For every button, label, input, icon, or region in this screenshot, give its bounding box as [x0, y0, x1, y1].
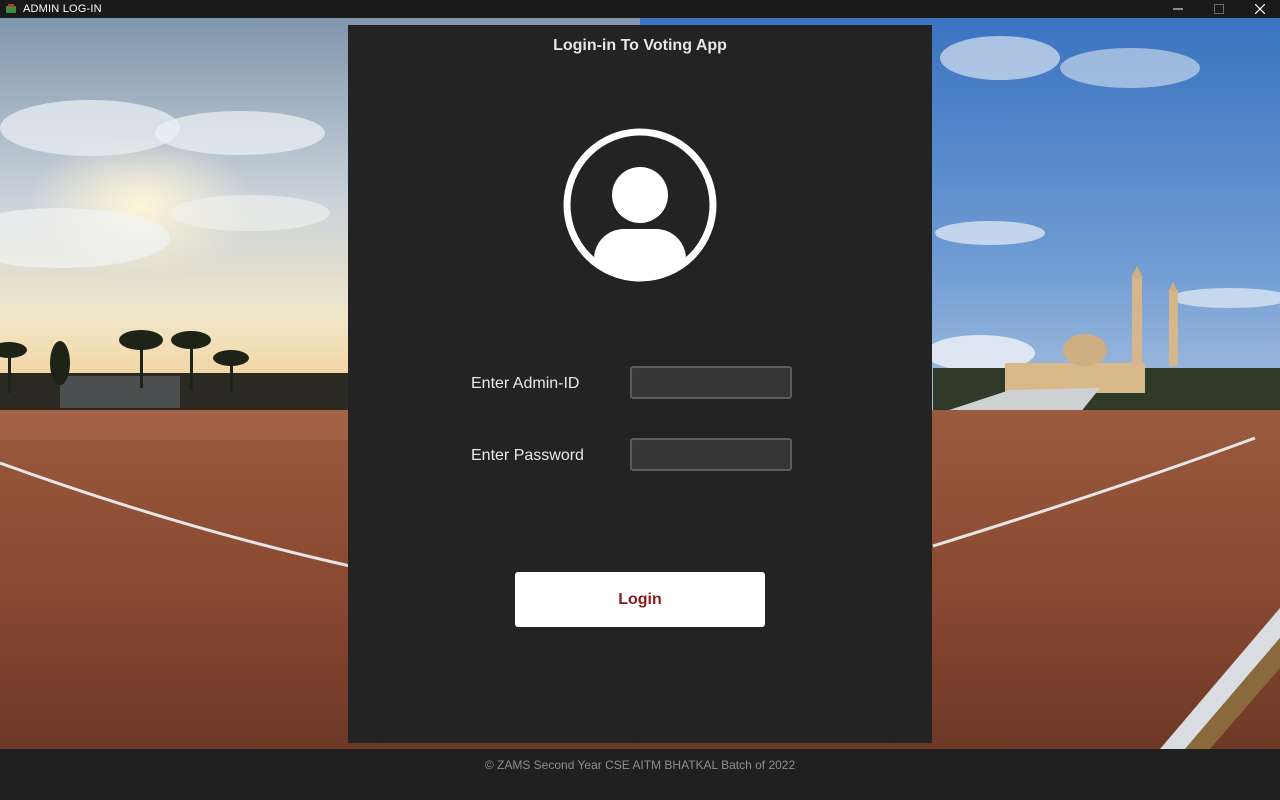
- title-bar: ADMIN LOG-IN: [0, 0, 1280, 18]
- login-button[interactable]: Login: [515, 572, 765, 627]
- minimize-icon: [1172, 8, 1183, 10]
- panel-title: Login-in To Voting App: [553, 37, 727, 54]
- password-input[interactable]: [630, 438, 792, 471]
- minimize-button[interactable]: [1157, 0, 1198, 18]
- admin-id-label: Enter Admin-ID: [471, 375, 580, 392]
- user-avatar-icon: [561, 126, 719, 284]
- footer-copyright: © ZAMS Second Year CSE AITM BHATKAL Batc…: [484, 758, 796, 772]
- password-label: Enter Password: [471, 447, 584, 464]
- admin-id-input[interactable]: [630, 366, 792, 399]
- window-title: ADMIN LOG-IN: [23, 3, 102, 15]
- maximize-button[interactable]: [1198, 0, 1239, 18]
- window-controls: [1157, 0, 1280, 18]
- app-icon: [4, 2, 18, 16]
- close-icon: [1254, 4, 1265, 14]
- close-button[interactable]: [1239, 0, 1280, 18]
- footer: © ZAMS Second Year CSE AITM BHATKAL Batc…: [0, 749, 1280, 800]
- login-panel: Login-in To Voting App Enter Admin-ID En…: [348, 25, 932, 743]
- maximize-icon: [1213, 4, 1224, 14]
